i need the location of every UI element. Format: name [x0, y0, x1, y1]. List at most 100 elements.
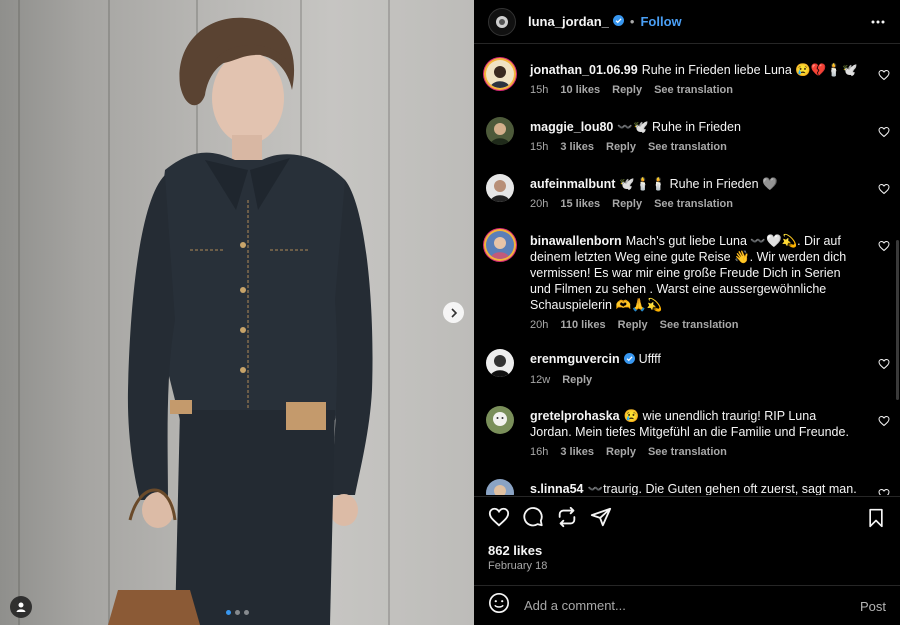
- bookmark-icon: [869, 508, 883, 528]
- comment-username[interactable]: gretelprohaska: [530, 409, 620, 423]
- post-sidebar: luna_jordan_ • Follow jonathan_01.06.99 R…: [474, 0, 900, 625]
- avatar[interactable]: [488, 7, 516, 36]
- comment-likes[interactable]: 3 likes: [560, 444, 594, 460]
- carousel-indicator: [226, 610, 249, 615]
- comment-meta: 16h 3 likes Reply See translation: [530, 444, 860, 460]
- avatar[interactable]: [486, 174, 514, 202]
- avatar[interactable]: [486, 117, 514, 145]
- comment-like-button[interactable]: [878, 357, 890, 375]
- comment-icon: [523, 506, 543, 526]
- avatar-icon: [496, 15, 508, 28]
- next-photo-button[interactable]: [443, 302, 464, 323]
- reply-button[interactable]: Reply: [606, 139, 636, 155]
- comment-meta: 15h 3 likes Reply See translation: [530, 139, 860, 155]
- carousel-dot: [244, 610, 249, 615]
- verified-badge-icon: [612, 13, 624, 31]
- reply-button[interactable]: Reply: [606, 444, 636, 460]
- comment-body: s.linna54 〰️traurig. Die Guten gehen oft …: [530, 481, 860, 495]
- comment-time: 20h: [530, 198, 549, 210]
- comment-meta: 20h 15 likes Reply See translation: [530, 196, 860, 212]
- avatar[interactable]: [486, 349, 514, 377]
- avatar[interactable]: [486, 479, 514, 495]
- action-bar: [474, 496, 900, 536]
- comment-body: aufeinmalbunt 🕊️🕯️🕯️ Ruhe in Frieden 🩶 20…: [530, 176, 860, 212]
- reply-button[interactable]: Reply: [562, 372, 592, 388]
- send-icon: [590, 507, 612, 526]
- heart-icon: [878, 126, 890, 138]
- verified-badge-icon: [623, 352, 635, 368]
- share-icon: [558, 506, 576, 527]
- comment-text: Uffff: [638, 352, 661, 366]
- comments-list[interactable]: jonathan_01.06.99 Ruhe in Frieden liebe L…: [474, 45, 900, 495]
- person-figure: [108, 17, 373, 625]
- comment-body: maggie_lou80 〰️🕊️ Ruhe in Frieden 15h 3 l…: [530, 119, 860, 155]
- comment-likes[interactable]: 10 likes: [560, 82, 600, 98]
- comment-time: 12w: [530, 373, 551, 386]
- see-translation-button[interactable]: See translation: [654, 82, 733, 98]
- comment-likes[interactable]: 110 likes: [560, 317, 605, 333]
- post-author-username[interactable]: luna_jordan_: [528, 14, 609, 29]
- comment-text: 🕊️🕯️🕯️ Ruhe in Frieden 🩶: [619, 177, 778, 191]
- comment-username[interactable]: erenmguvercin: [530, 352, 620, 366]
- comments-scrollbar[interactable]: [896, 240, 899, 400]
- post-header: luna_jordan_ • Follow: [474, 0, 900, 44]
- comment-body: jonathan_01.06.99 Ruhe in Frieden liebe L…: [530, 62, 860, 98]
- comment-username[interactable]: aufeinmalbunt: [530, 177, 615, 191]
- more-options-button[interactable]: [870, 14, 886, 35]
- see-translation-button[interactable]: See translation: [654, 196, 733, 212]
- carousel-dot: [226, 610, 231, 615]
- comment-username[interactable]: binawallenborn: [530, 234, 622, 248]
- separator-dot: •: [629, 14, 635, 29]
- comment-likes[interactable]: 15 likes: [560, 196, 600, 212]
- comment-meta: 12w Reply: [530, 372, 860, 388]
- comment-time: 15h: [530, 84, 549, 96]
- avatar[interactable]: [486, 231, 514, 259]
- heart-icon: [878, 415, 890, 427]
- comment-username[interactable]: maggie_lou80: [530, 120, 613, 134]
- emoji-icon: [489, 593, 509, 613]
- comment-username[interactable]: jonathan_01.06.99: [530, 63, 638, 77]
- comment-body: gretelprohaska 😢 wie unendlich traurig! R…: [530, 408, 860, 460]
- comment-username[interactable]: s.linna54: [530, 482, 584, 495]
- avatar[interactable]: [486, 60, 514, 88]
- heart-icon: [878, 240, 890, 252]
- comment-composer: Post: [474, 585, 900, 625]
- comment-input[interactable]: [524, 598, 834, 613]
- more-options-icon: [871, 20, 885, 24]
- comment-body: binawallenborn Mach's gut liebe Luna 〰️🤍💫…: [530, 233, 860, 333]
- send-button[interactable]: [590, 506, 612, 528]
- comment-meta: 15h 10 likes Reply See translation: [530, 82, 860, 98]
- share-button[interactable]: [556, 506, 578, 528]
- follow-button[interactable]: Follow: [640, 14, 681, 29]
- heart-icon: [878, 69, 890, 81]
- see-translation-button[interactable]: See translation: [660, 317, 739, 333]
- reply-button[interactable]: Reply: [612, 82, 642, 98]
- comment-like-button[interactable]: [878, 68, 890, 86]
- post-date[interactable]: February 18: [488, 560, 547, 572]
- comment-text: 〰️traurig. Die Guten gehen oft zuerst, s…: [587, 482, 857, 495]
- like-button[interactable]: [488, 506, 510, 528]
- comment-button[interactable]: [522, 506, 544, 528]
- avatar[interactable]: [486, 406, 514, 434]
- chevron-right-icon: [450, 307, 457, 318]
- heart-icon: [488, 507, 510, 526]
- save-button[interactable]: [866, 508, 886, 533]
- comment-like-button[interactable]: [878, 182, 890, 200]
- comment-likes[interactable]: 3 likes: [560, 139, 594, 155]
- user-tag-button[interactable]: [10, 596, 32, 618]
- heart-icon: [878, 488, 890, 495]
- comment-like-button[interactable]: [878, 414, 890, 432]
- post-likes-count[interactable]: 862 likes: [488, 543, 542, 558]
- comment-like-button[interactable]: [878, 487, 890, 495]
- emoji-button[interactable]: [488, 592, 510, 619]
- see-translation-button[interactable]: See translation: [648, 139, 727, 155]
- comment-like-button[interactable]: [878, 125, 890, 143]
- post-comment-button[interactable]: Post: [860, 599, 886, 614]
- reply-button[interactable]: Reply: [618, 317, 648, 333]
- comment-body: erenmguvercin Uffff 12w Reply: [530, 351, 860, 388]
- comment-time: 16h: [530, 446, 549, 458]
- reply-button[interactable]: Reply: [612, 196, 642, 212]
- post-photo[interactable]: [0, 0, 474, 625]
- comment-like-button[interactable]: [878, 239, 890, 257]
- see-translation-button[interactable]: See translation: [648, 444, 727, 460]
